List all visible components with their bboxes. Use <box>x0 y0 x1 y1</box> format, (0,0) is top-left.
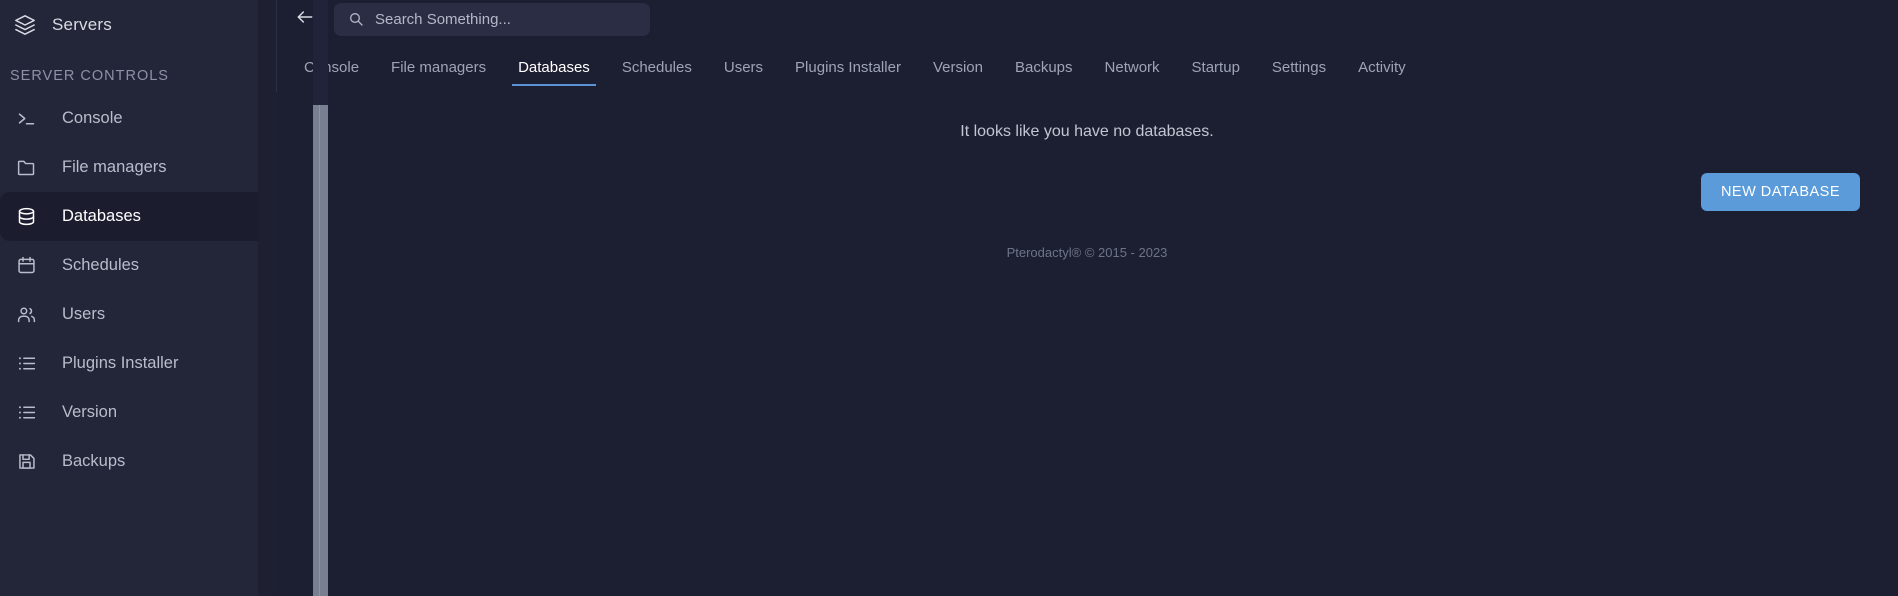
sidebar-item-label: Users <box>62 305 106 324</box>
panel-divider <box>276 0 277 92</box>
sidebar-item-console[interactable]: Console <box>0 94 258 143</box>
sidebar-item-schedules[interactable]: Schedules <box>0 241 258 290</box>
database-icon <box>14 205 38 229</box>
tab-bar: Console File managers Databases Schedule… <box>276 38 1898 86</box>
list-icon <box>14 352 38 376</box>
tab-console[interactable]: Console <box>288 60 375 86</box>
tab-databases[interactable]: Databases <box>502 60 606 86</box>
save-icon <box>14 450 38 474</box>
sidebar-item-label: Backups <box>62 452 126 471</box>
sidebar-item-label: Databases <box>62 207 141 226</box>
tab-plugins-installer[interactable]: Plugins Installer <box>779 60 917 86</box>
tab-users[interactable]: Users <box>708 60 779 86</box>
sidebar-item-label: Version <box>62 403 118 422</box>
layers-icon <box>12 12 38 38</box>
sidebar-item-file-managers[interactable]: File managers <box>0 143 258 192</box>
terminal-icon <box>14 107 38 131</box>
sidebar-item-databases[interactable]: Databases <box>0 192 258 241</box>
users-icon <box>14 303 38 327</box>
tab-schedules[interactable]: Schedules <box>606 60 708 86</box>
sidebar-item-label: Plugins Installer <box>62 354 179 373</box>
tab-file-managers[interactable]: File managers <box>375 60 502 86</box>
sidebar-item-version[interactable]: Version <box>0 388 258 437</box>
sidebar-item-label: Console <box>62 109 123 128</box>
topbar: Search Something... <box>276 0 1898 38</box>
sidebar-section-title: SERVER CONTROLS <box>10 68 169 84</box>
empty-state-message: It looks like you have no databases. <box>960 123 1214 140</box>
tab-startup[interactable]: Startup <box>1176 60 1256 86</box>
app-root: Servers SERVER CONTROLS Console File man… <box>0 0 1898 596</box>
new-database-button[interactable]: NEW DATABASE <box>1700 173 1860 211</box>
tab-activity[interactable]: Activity <box>1342 60 1422 86</box>
sidebar-brand-label: Servers <box>52 15 112 34</box>
folder-icon <box>14 156 38 180</box>
sidebar: Servers SERVER CONTROLS Console File man… <box>0 0 258 596</box>
search-icon <box>348 11 364 27</box>
sidebar-gutter <box>258 0 276 596</box>
sidebar-item-backups[interactable]: Backups <box>0 437 258 486</box>
search-input[interactable]: Search Something... <box>334 2 650 36</box>
main-panel: Search Something... Console File manager… <box>276 0 1898 596</box>
calendar-icon <box>14 254 38 278</box>
footer-copyright: Pterodactyl® © 2015 - 2023 <box>1006 245 1168 260</box>
page-scrollbar-thumb[interactable] <box>313 105 328 596</box>
sidebar-item-users[interactable]: Users <box>0 290 258 339</box>
tab-backups[interactable]: Backups <box>999 60 1089 86</box>
tab-version[interactable]: Version <box>917 60 999 86</box>
sidebar-brand[interactable]: Servers <box>0 0 258 50</box>
search-placeholder: Search Something... <box>375 10 511 28</box>
tab-network[interactable]: Network <box>1089 60 1176 86</box>
arrow-left-icon <box>295 7 315 32</box>
sidebar-item-plugins-installer[interactable]: Plugins Installer <box>0 339 258 388</box>
list-icon <box>14 401 38 425</box>
content-area: It looks like you have no databases. NEW… <box>276 86 1898 596</box>
sidebar-item-label: File managers <box>62 158 167 177</box>
tab-settings[interactable]: Settings <box>1256 60 1342 86</box>
sidebar-item-label: Schedules <box>62 256 140 275</box>
